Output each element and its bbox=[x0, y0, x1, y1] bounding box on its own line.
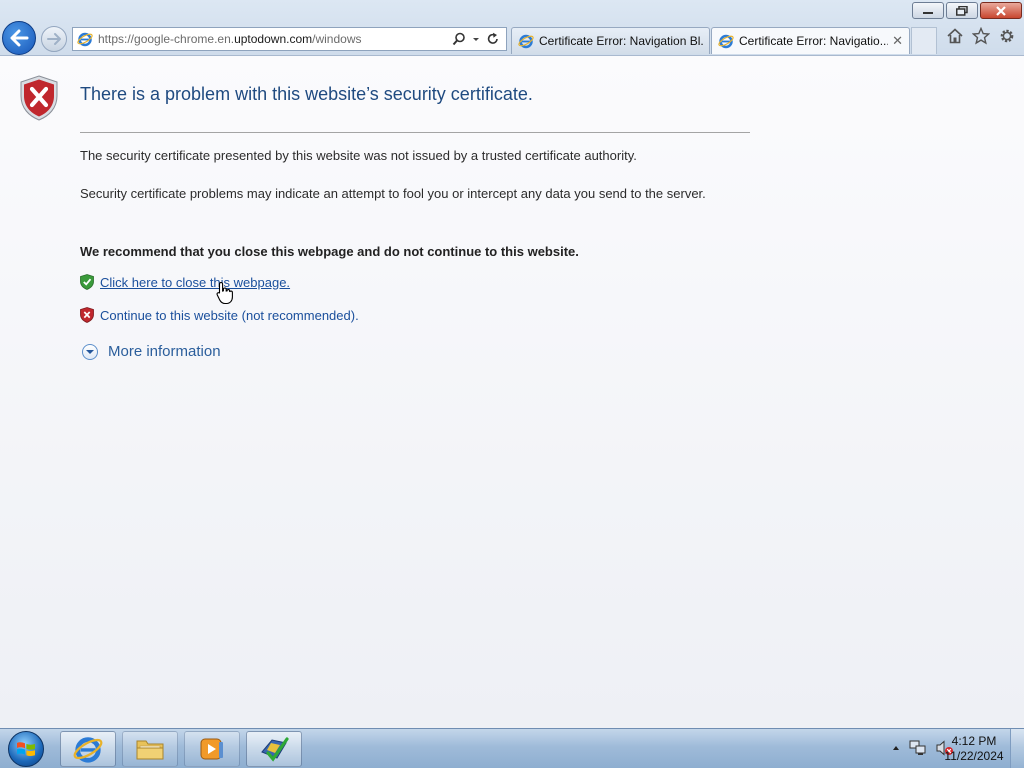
untrusted-authority-text: The security certificate presented by th… bbox=[80, 148, 637, 163]
taskbar-internet-explorer[interactable] bbox=[60, 731, 116, 767]
shield-ok-icon bbox=[80, 274, 94, 290]
new-tab-button[interactable] bbox=[911, 27, 937, 54]
tab-certificate-error-1[interactable]: Certificate Error: Navigation Bl... bbox=[511, 27, 710, 54]
home-icon[interactable] bbox=[946, 27, 964, 45]
minimize-icon bbox=[923, 11, 933, 14]
show-desktop-button[interactable] bbox=[1010, 729, 1024, 768]
checklist-app-icon bbox=[261, 737, 289, 762]
taskbar-checklist-app[interactable] bbox=[246, 731, 302, 767]
more-information-label: More information bbox=[108, 343, 221, 360]
window-controls bbox=[912, 2, 1022, 19]
restore-button[interactable] bbox=[946, 2, 978, 19]
close-webpage-link[interactable]: Click here to close this webpage. bbox=[100, 275, 290, 290]
more-information-toggle[interactable]: More information bbox=[82, 343, 221, 360]
close-button[interactable] bbox=[980, 2, 1022, 19]
search-icon[interactable] bbox=[452, 32, 466, 46]
taskbar-media-player[interactable] bbox=[184, 731, 240, 767]
continue-website-link[interactable]: Continue to this website (not recommende… bbox=[100, 308, 359, 323]
clock-time: 4:12 PM bbox=[951, 734, 997, 748]
forward-arrow-icon bbox=[47, 33, 61, 45]
restore-icon bbox=[956, 5, 968, 16]
shield-error-icon bbox=[80, 307, 94, 323]
shield-error-icon bbox=[20, 75, 58, 121]
tab-certificate-error-2[interactable]: Certificate Error: Navigatio... ✕ bbox=[711, 27, 910, 54]
close-icon bbox=[996, 5, 1006, 16]
command-icons bbox=[946, 27, 1016, 45]
divider bbox=[80, 132, 750, 133]
favorites-star-icon[interactable] bbox=[972, 27, 990, 45]
taskbar: 4:12 PM 11/22/2024 bbox=[0, 728, 1024, 768]
hand-cursor-icon bbox=[216, 281, 233, 305]
refresh-icon[interactable] bbox=[486, 32, 500, 46]
close-webpage-option[interactable]: Click here to close this webpage. bbox=[80, 274, 290, 290]
media-player-icon bbox=[200, 738, 223, 760]
windows-start-icon bbox=[17, 742, 35, 757]
chevron-down-icon bbox=[82, 343, 98, 360]
recommendation-text: We recommend that you close this webpage… bbox=[80, 244, 579, 259]
continue-website-option[interactable]: Continue to this website (not recommende… bbox=[80, 307, 359, 323]
folder-icon bbox=[136, 740, 164, 760]
security-warning-text: Security certificate problems may indica… bbox=[80, 186, 706, 201]
clock[interactable]: 4:12 PM 11/22/2024 bbox=[942, 734, 1006, 764]
url-text[interactable]: https://google-chrome.en.uptodown.com/wi… bbox=[98, 32, 452, 46]
back-arrow-icon bbox=[10, 29, 29, 47]
tab-title: Certificate Error: Navigatio... bbox=[739, 34, 889, 48]
tab-close-button[interactable]: ✕ bbox=[892, 33, 903, 49]
forward-button[interactable] bbox=[41, 26, 67, 52]
ie-icon bbox=[73, 737, 103, 763]
address-bar[interactable]: https://google-chrome.en.uptodown.com/wi… bbox=[72, 27, 507, 51]
ie-icon bbox=[77, 32, 93, 47]
start-button[interactable] bbox=[4, 729, 48, 768]
minimize-button[interactable] bbox=[912, 2, 944, 19]
gear-icon[interactable] bbox=[998, 27, 1016, 45]
certificate-error-page: There is a problem with this website’s s… bbox=[0, 56, 1024, 728]
ie-icon bbox=[518, 34, 534, 49]
back-button[interactable] bbox=[2, 21, 36, 55]
show-hidden-icons-arrow[interactable] bbox=[892, 744, 900, 752]
clock-date: 11/22/2024 bbox=[944, 749, 1004, 763]
page-title: There is a problem with this website’s s… bbox=[80, 84, 533, 104]
browser-chrome: https://google-chrome.en.uptodown.com/wi… bbox=[0, 0, 1024, 56]
chevron-down-icon[interactable] bbox=[472, 32, 480, 46]
network-icon[interactable] bbox=[909, 739, 927, 757]
ie-icon bbox=[718, 34, 734, 49]
taskbar-file-explorer[interactable] bbox=[122, 731, 178, 767]
tab-title: Certificate Error: Navigation Bl... bbox=[539, 34, 703, 48]
